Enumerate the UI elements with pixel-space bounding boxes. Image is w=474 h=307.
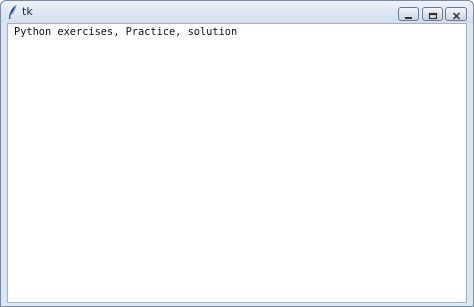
app-window: tk Python exercises, Practice, solution <box>0 0 474 307</box>
minimize-icon <box>404 5 413 24</box>
tk-feather-icon <box>7 4 19 20</box>
title-bar[interactable]: tk <box>1 1 473 23</box>
maximize-button[interactable] <box>422 7 443 21</box>
text-label: Python exercises, Practice, solution <box>14 26 238 38</box>
minimize-button[interactable] <box>398 7 419 21</box>
close-icon <box>452 5 461 24</box>
window-title: tk <box>22 5 33 18</box>
window-content: Python exercises, Practice, solution <box>7 23 467 303</box>
maximize-icon <box>428 5 438 24</box>
close-button[interactable] <box>445 7 467 21</box>
